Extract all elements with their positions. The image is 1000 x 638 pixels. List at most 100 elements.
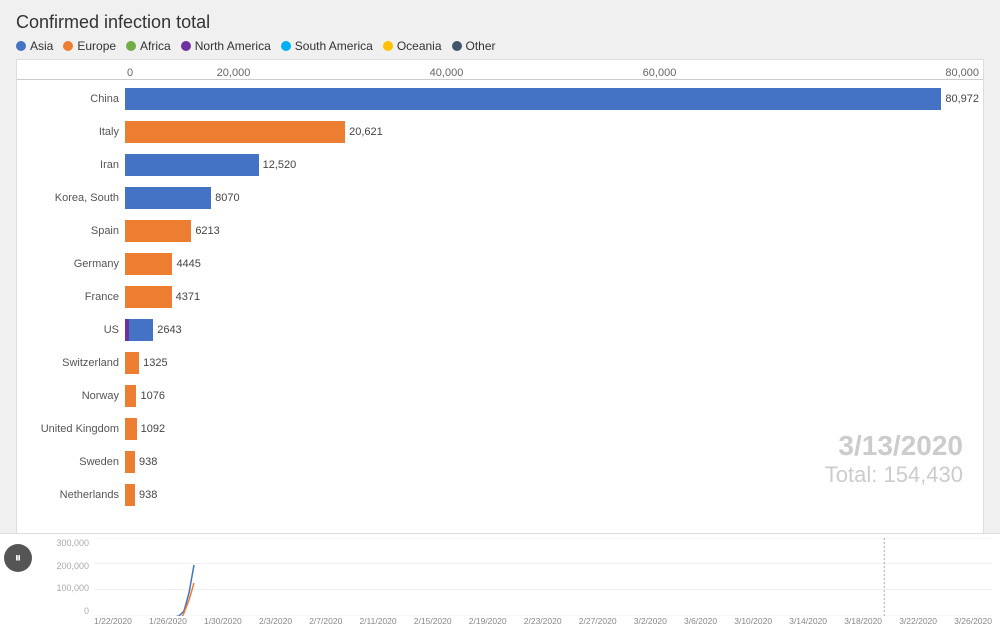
pause-icon: ⏸ <box>15 550 22 566</box>
bar-row: Italy 20,621 <box>17 115 979 148</box>
x-label-60k: 60,000 <box>553 67 766 79</box>
legend-dot <box>281 41 291 51</box>
timeline-y-0: 0 <box>40 606 89 616</box>
bar-fill <box>125 451 135 473</box>
bar-row: Spain 6213 <box>17 214 979 247</box>
bar-wrapper: 2643 <box>125 319 979 341</box>
chart-title: Confirmed infection total <box>16 12 984 33</box>
bar-fill <box>125 220 191 242</box>
bar-fill <box>125 484 135 506</box>
x-label-40k: 40,000 <box>340 67 553 79</box>
bar-country-label: Sweden <box>17 456 125 468</box>
tl-x-16: 3/22/2020 <box>899 616 937 634</box>
x-label-80k: 80,000 <box>766 67 979 79</box>
bar-value-label: 4445 <box>176 258 200 270</box>
bar-wrapper: 80,972 <box>125 88 979 110</box>
legend-label: South America <box>295 39 373 53</box>
timeline-y-100k: 100,000 <box>40 583 89 593</box>
tl-x-9: 2/23/2020 <box>524 616 562 634</box>
tl-x-17: 3/26/2020 <box>954 616 992 634</box>
tl-x-15: 3/18/2020 <box>844 616 882 634</box>
bar-value-label: 80,972 <box>945 93 979 105</box>
bar-value-label: 6213 <box>195 225 219 237</box>
main-container: Confirmed infection total Asia Europe Afri… <box>0 0 1000 638</box>
bar-value-label: 8070 <box>215 192 239 204</box>
legend: Asia Europe Africa North America South Ameri… <box>16 39 984 53</box>
legend-dot <box>126 41 136 51</box>
legend-dot <box>452 41 462 51</box>
timeline-section: ⏸ 300,000 200,000 100,000 0 <box>0 533 1000 638</box>
bar-wrapper: 1076 <box>125 385 979 407</box>
bar-fill <box>125 154 259 176</box>
bar-row: United Kingdom 1092 <box>17 412 979 445</box>
bar-row: Norway 1076 <box>17 379 979 412</box>
tl-x-6: 2/11/2020 <box>359 616 396 634</box>
bar-row: China 80,972 <box>17 82 979 115</box>
bar-value-label: 12,520 <box>263 159 297 171</box>
bar-fill <box>125 286 172 308</box>
tl-x-8: 2/19/2020 <box>469 616 507 634</box>
bar-segment-2 <box>129 319 153 341</box>
bar-value-label: 2643 <box>157 324 181 336</box>
legend-item-south-america: South America <box>281 39 373 53</box>
legend-label: Oceania <box>397 39 442 53</box>
bar-fill <box>125 352 139 374</box>
legend-item-other: Other <box>452 39 496 53</box>
legend-dot <box>383 41 393 51</box>
bar-wrapper: 8070 <box>125 187 979 209</box>
bar-fill <box>125 187 211 209</box>
legend-item-north-america: North America <box>181 39 271 53</box>
bar-wrapper: 4371 <box>125 286 979 308</box>
bar-value-label: 1076 <box>140 390 164 402</box>
bar-value-label: 938 <box>139 489 157 501</box>
bar-country-label: United Kingdom <box>17 423 125 435</box>
legend-label: Africa <box>140 39 171 53</box>
tl-x-4: 2/3/2020 <box>259 616 292 634</box>
timeline-svg <box>94 538 992 616</box>
bar-row: Switzerland1325 <box>17 346 979 379</box>
legend-label: Other <box>466 39 496 53</box>
bar-fill <box>125 385 136 407</box>
bar-wrapper: 1092 <box>125 418 979 440</box>
bar-country-label: Italy <box>17 126 125 138</box>
bar-wrapper: 12,520 <box>125 154 979 176</box>
tl-x-3: 1/30/2020 <box>204 616 242 634</box>
legend-label: Asia <box>30 39 53 53</box>
bar-row: Sweden 938 <box>17 445 979 478</box>
bar-wrapper: 938 <box>125 451 979 473</box>
bar-value-label: 20,621 <box>349 126 383 138</box>
legend-item-africa: Africa <box>126 39 171 53</box>
bar-row: France4371 <box>17 280 979 313</box>
bar-country-label: France <box>17 291 125 303</box>
bar-wrapper: 1325 <box>125 352 979 374</box>
x-label-20k: 20,000 <box>127 67 340 79</box>
bar-value-label: 938 <box>139 456 157 468</box>
bar-row: Netherlands938 <box>17 478 979 511</box>
bar-wrapper: 938 <box>125 484 979 506</box>
tl-x-12: 3/6/2020 <box>684 616 717 634</box>
bar-country-label: China <box>17 93 125 105</box>
bar-row: US 2643 <box>17 313 979 346</box>
bar-wrapper: 20,621 <box>125 121 979 143</box>
bar-country-label: Korea, South <box>17 192 125 204</box>
tl-x-10: 2/27/2020 <box>579 616 617 634</box>
bar-value-label: 1092 <box>141 423 165 435</box>
tl-x-5: 2/7/2020 <box>309 616 342 634</box>
bar-fill <box>125 88 941 110</box>
bar-fill <box>125 418 137 440</box>
bar-country-label: Norway <box>17 390 125 402</box>
tl-x-7: 2/15/2020 <box>414 616 452 634</box>
bar-country-label: Iran <box>17 159 125 171</box>
bar-country-label: Spain <box>17 225 125 237</box>
bar-row: Korea, South 8070 <box>17 181 979 214</box>
bar-wrapper: 4445 <box>125 253 979 275</box>
timeline-y-300k: 300,000 <box>40 538 89 548</box>
legend-dot <box>16 41 26 51</box>
bar-row: Germany 4445 <box>17 247 979 280</box>
legend-label: Europe <box>77 39 116 53</box>
bar-country-label: US <box>17 324 125 336</box>
bar-country-label: Germany <box>17 258 125 270</box>
legend-dot <box>63 41 73 51</box>
play-button[interactable]: ⏸ <box>4 544 32 572</box>
legend-dot <box>181 41 191 51</box>
